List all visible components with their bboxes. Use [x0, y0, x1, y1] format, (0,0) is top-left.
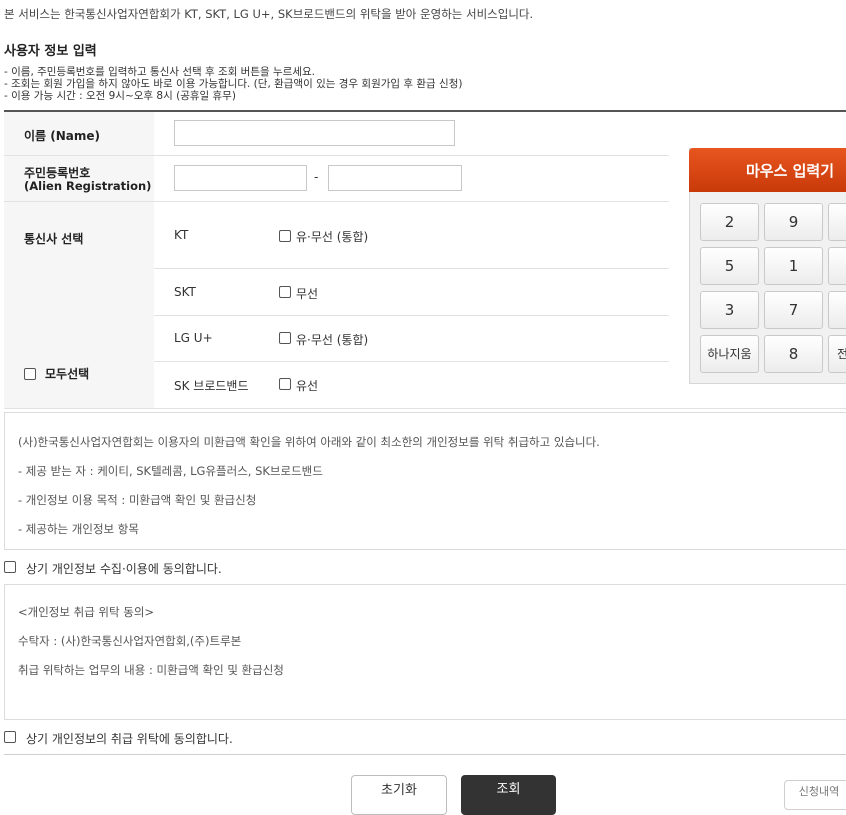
carrier-name-skt: SKT — [174, 285, 196, 299]
name-label: 이름 (Name) — [24, 129, 101, 143]
id-back-input[interactable] — [328, 165, 462, 191]
id-sub-label-text: (Alien Registration) — [24, 179, 152, 193]
carrier-checkbox-skb[interactable] — [279, 378, 291, 390]
keypad-key[interactable]: 3 — [700, 291, 759, 329]
carrier-name-skb: SK 브로드밴드 — [174, 379, 249, 393]
privacy-line: - 제공 받는 자 : 케이티, SK텔레콤, LG유플러스, SK브로드밴드 — [18, 464, 323, 478]
service-notice: 본 서비스는 한국통신사업자연합회가 KT, SKT, LG U+, SK브로드… — [4, 7, 534, 21]
row-divider — [154, 361, 669, 362]
id-sub-label: (Alien Registration) — [24, 179, 151, 193]
keypad-backspace-key[interactable]: 하나지움 — [700, 335, 759, 373]
carrier-label: 통신사 선택 — [24, 232, 84, 246]
row-divider — [4, 408, 846, 409]
reset-button[interactable]: 초기화 — [351, 775, 447, 815]
keypad-key[interactable] — [828, 203, 846, 241]
consignment-line: 수탁자 : (사)한국통신사업자연합회,(주)트루본 — [18, 634, 242, 648]
history-button[interactable]: 신청내역 — [784, 780, 846, 810]
carrier-option-lgu: 유·무선 (통합) — [296, 333, 369, 347]
keypad-clear-all-key[interactable]: 전 — [828, 335, 846, 373]
carrier-checkbox-lgu[interactable] — [279, 332, 291, 344]
keypad-key[interactable] — [828, 247, 846, 285]
guide-line: - 이용 가능 시간 : 오전 9시~오후 8시 (공휴일 휴무) — [4, 90, 236, 102]
select-all-label: 모두선택 — [45, 367, 90, 381]
carrier-option-skt: 무선 — [296, 287, 319, 301]
guide-line: - 이름, 주민등록번호를 입력하고 통신사 선택 후 조회 버튼을 누르세요. — [4, 66, 315, 78]
usage-guide: - 이름, 주민등록번호를 입력하고 통신사 선택 후 조회 버튼을 누르세요.… — [4, 66, 462, 102]
consignment-line: 취급 위탁하는 업무의 내용 : 미환급액 확인 및 환급신청 — [18, 663, 284, 677]
select-all-checkbox[interactable] — [24, 368, 36, 380]
keypad-key[interactable] — [828, 291, 846, 329]
consignment-agree-checkbox[interactable] — [4, 731, 16, 743]
section-title: 사용자 정보 입력 — [4, 44, 97, 59]
keypad-key[interactable]: 1 — [764, 247, 823, 285]
label-column — [4, 112, 154, 408]
row-divider — [4, 155, 669, 156]
id-separator: - — [314, 170, 319, 184]
privacy-line: - 제공하는 개인정보 항목 — [18, 522, 139, 536]
consignment-agree-label: 상기 개인정보의 취급 위탁에 동의합니다. — [26, 732, 233, 746]
name-input[interactable] — [174, 120, 455, 146]
carrier-checkbox-kt[interactable] — [279, 230, 291, 242]
carrier-name-lgu: LG U+ — [174, 331, 213, 345]
keypad-key[interactable]: 2 — [700, 203, 759, 241]
keypad-key[interactable]: 5 — [700, 247, 759, 285]
carrier-checkbox-skt[interactable] — [279, 286, 291, 298]
row-divider — [4, 201, 669, 202]
carrier-option-skb: 유선 — [296, 379, 319, 393]
guide-line: - 조회는 회원 가입을 하지 않아도 바로 이용 가능합니다. (단, 환급액… — [4, 78, 463, 90]
privacy-line: - 개인정보 이용 목적 : 미환급액 확인 및 환급신청 — [18, 493, 257, 507]
keypad-key[interactable]: 7 — [764, 291, 823, 329]
bottom-divider — [4, 754, 846, 755]
privacy-agree-checkbox[interactable] — [4, 561, 16, 573]
search-button[interactable]: 조회 — [461, 775, 556, 815]
keypad-header: 마우스 입력기 — [689, 148, 846, 192]
privacy-agree-label: 상기 개인정보 수집·이용에 동의합니다. — [26, 562, 222, 576]
keypad-key[interactable]: 9 — [764, 203, 823, 241]
carrier-name-kt: KT — [174, 228, 189, 242]
consignment-line: <개인정보 취급 위탁 동의> — [18, 605, 155, 619]
keypad-key[interactable]: 8 — [764, 335, 823, 373]
row-divider — [154, 315, 669, 316]
carrier-option-kt: 유·무선 (통합) — [296, 230, 369, 244]
row-divider — [154, 268, 669, 269]
keypad-title: 마우스 입력기 — [746, 162, 835, 180]
id-front-input[interactable] — [174, 165, 307, 191]
privacy-line: (사)한국통신사업자연합회는 이용자의 미환급액 확인을 위하여 아래와 같이 … — [18, 435, 600, 449]
